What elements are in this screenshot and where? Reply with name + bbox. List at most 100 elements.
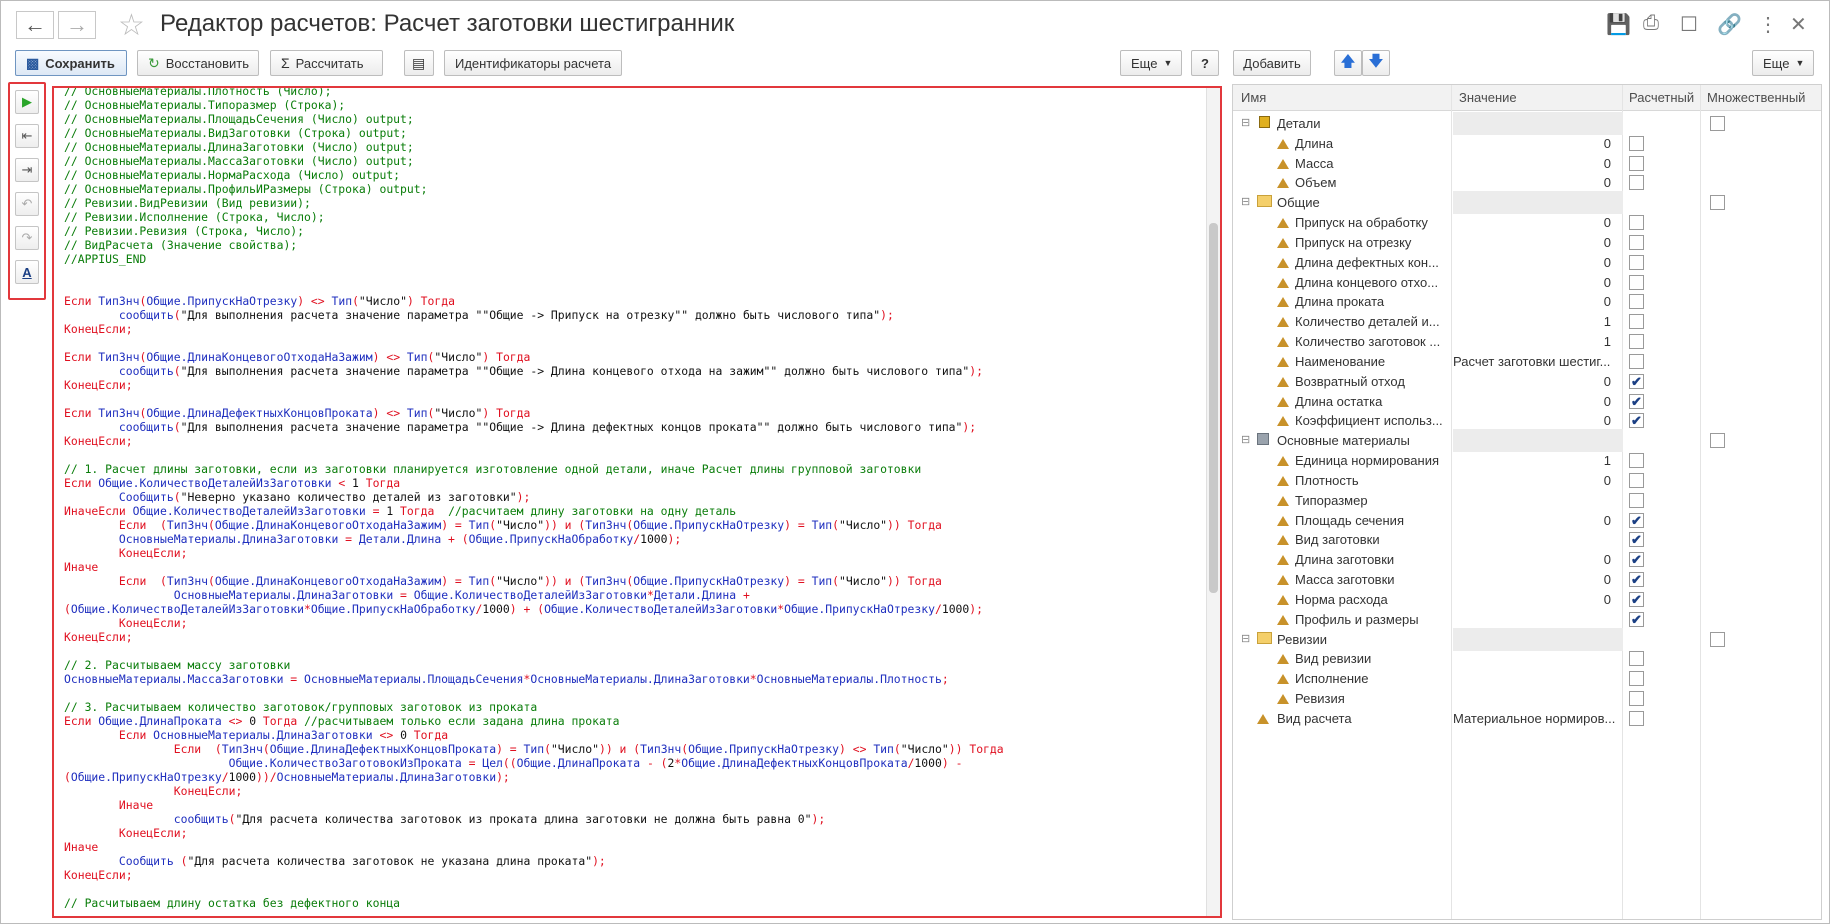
calc-checkbox[interactable] (1629, 274, 1644, 290)
code-token: Тогда (358, 476, 401, 490)
calc-checkbox[interactable] (1629, 254, 1644, 270)
code-editor[interactable]: // ОсновныеМатериалы.Плотность (Число); /… (52, 86, 1222, 918)
move-up-button[interactable]: 🡅 (1334, 50, 1362, 76)
back-arrow-icon[interactable]: ← (16, 11, 54, 39)
code-token: КонецЕсли; (64, 630, 133, 644)
row-value[interactable]: 0 (1533, 156, 1611, 171)
calc-checkbox[interactable]: ✔ (1629, 552, 1644, 568)
calc-checkbox[interactable] (1629, 453, 1644, 469)
collapse-toggle-icon[interactable]: ⊟ (1241, 195, 1250, 208)
calc-checkbox[interactable] (1629, 135, 1644, 151)
export-button[interactable]: ▤ (404, 50, 434, 76)
outdent-icon[interactable]: ⇤ (15, 124, 39, 148)
multiple-checkbox[interactable] (1710, 195, 1725, 211)
calc-checkbox[interactable] (1629, 155, 1644, 171)
add-button[interactable]: Добавить (1233, 50, 1311, 76)
code-token: Общие.ПрипускНаОтрезку (784, 602, 935, 616)
calc-checkbox[interactable]: ✔ (1629, 512, 1644, 528)
favorite-star-icon[interactable]: ☆ (118, 8, 145, 43)
calc-checkbox[interactable] (1629, 472, 1644, 488)
calc-checkbox[interactable]: ✔ (1629, 532, 1644, 548)
calc-checkbox[interactable]: ✔ (1629, 413, 1644, 429)
print-icon[interactable]: ⎙ (1643, 12, 1659, 35)
code-text[interactable]: // ОсновныеМатериалы.Плотность (Число); /… (64, 88, 1192, 910)
calc-checkbox[interactable] (1629, 710, 1644, 726)
multiple-checkbox[interactable] (1710, 433, 1725, 449)
calc-checkbox[interactable] (1629, 334, 1644, 350)
calc-checkbox[interactable]: ✔ (1629, 393, 1644, 409)
header-name[interactable]: Имя (1241, 90, 1266, 105)
table-row[interactable]: Вид расчета Материальное нормиров... (1233, 707, 1821, 730)
parameters-table[interactable]: Имя Значение Расчетный Множественный ⊟ Де… (1232, 84, 1822, 920)
identifiers-button[interactable]: Идентификаторы расчета (444, 50, 622, 76)
restore-icon: ↻ (148, 54, 160, 71)
calculate-button[interactable]: Σ Рассчитать (270, 50, 383, 76)
row-value[interactable]: 0 (1533, 255, 1611, 270)
link-icon[interactable]: 🔗 (1717, 12, 1742, 37)
calc-checkbox[interactable]: ✔ (1629, 611, 1644, 627)
run-icon[interactable]: ▶ (15, 90, 39, 114)
calc-checkbox[interactable]: ✔ (1629, 373, 1644, 389)
collapse-toggle-icon[interactable]: ⊟ (1241, 433, 1250, 446)
more-button-right[interactable]: Еще ▼ (1752, 50, 1814, 76)
undo-icon[interactable]: ↶ (15, 192, 39, 216)
calc-checkbox[interactable] (1629, 651, 1644, 667)
row-value[interactable]: 0 (1533, 374, 1611, 389)
calc-checkbox[interactable] (1629, 671, 1644, 687)
text-format-icon[interactable]: A (15, 260, 39, 284)
calc-checkbox[interactable] (1629, 492, 1644, 508)
row-value[interactable]: 1 (1533, 334, 1611, 349)
collapse-toggle-icon[interactable]: ⊟ (1241, 632, 1250, 645)
redo-icon[interactable]: ↷ (15, 226, 39, 250)
row-value[interactable]: 0 (1533, 275, 1611, 290)
row-value[interactable]: 0 (1533, 294, 1611, 309)
row-value[interactable]: 0 (1533, 394, 1611, 409)
calc-checkbox[interactable]: ✔ (1629, 572, 1644, 588)
row-value[interactable]: 0 (1533, 572, 1611, 587)
row-value[interactable]: 0 (1533, 473, 1611, 488)
editor-scrollbar[interactable] (1206, 88, 1220, 916)
row-value[interactable]: 0 (1533, 136, 1611, 151)
row-value[interactable]: 1 (1533, 314, 1611, 329)
close-icon[interactable]: ✕ (1790, 12, 1807, 37)
more-button-left[interactable]: Еще ▼ (1120, 50, 1182, 76)
more-vertical-icon[interactable]: ⋮ (1758, 12, 1778, 37)
restore-button[interactable]: ↻ Восстановить (137, 50, 259, 76)
header-value[interactable]: Значение (1459, 90, 1517, 105)
preview-icon[interactable]: ☐ (1680, 12, 1698, 37)
header-multiple[interactable]: Множественный (1707, 90, 1805, 105)
save-disk-icon[interactable]: 💾 (1606, 12, 1631, 37)
row-value[interactable]: 0 (1533, 592, 1611, 607)
calc-checkbox[interactable] (1629, 691, 1644, 707)
indent-icon[interactable]: ⇥ (15, 158, 39, 182)
forward-arrow-icon[interactable]: → (58, 11, 96, 39)
code-token: Детали.Длина (358, 532, 442, 546)
row-value[interactable]: 0 (1533, 215, 1611, 230)
row-value[interactable]: 1 (1533, 453, 1611, 468)
calc-checkbox[interactable] (1629, 314, 1644, 330)
multiple-checkbox[interactable] (1710, 631, 1725, 647)
save-button[interactable]: ▩ Сохранить (15, 50, 127, 76)
collapse-toggle-icon[interactable]: ⊟ (1241, 116, 1250, 129)
code-token: ; (941, 672, 949, 686)
multiple-checkbox[interactable] (1710, 116, 1725, 131)
header-calc[interactable]: Расчетный (1629, 90, 1694, 105)
code-line: //APPIUS_END (64, 252, 1192, 266)
calc-checkbox[interactable] (1629, 215, 1644, 231)
calc-checkbox[interactable] (1629, 294, 1644, 310)
help-button[interactable]: ? (1191, 50, 1219, 76)
row-value[interactable]: 0 (1533, 513, 1611, 528)
calc-checkbox[interactable] (1629, 175, 1644, 191)
calc-checkbox[interactable] (1629, 353, 1644, 369)
row-value[interactable]: 0 (1533, 552, 1611, 567)
row-value[interactable]: Материальное нормиров... (1453, 711, 1617, 726)
calc-checkbox[interactable]: ✔ (1629, 591, 1644, 607)
row-value[interactable]: 0 (1533, 413, 1611, 428)
move-down-button[interactable]: 🡇 (1362, 50, 1390, 76)
calc-checkbox[interactable] (1629, 234, 1644, 250)
row-value[interactable]: 0 (1533, 175, 1611, 190)
code-token: Общие.КоличествоДеталейИзЗаготовки (70, 602, 305, 616)
editor-scrollbar-thumb[interactable] (1209, 223, 1218, 593)
row-value[interactable]: Расчет заготовки шестиг... (1453, 354, 1617, 369)
row-value[interactable]: 0 (1533, 235, 1611, 250)
